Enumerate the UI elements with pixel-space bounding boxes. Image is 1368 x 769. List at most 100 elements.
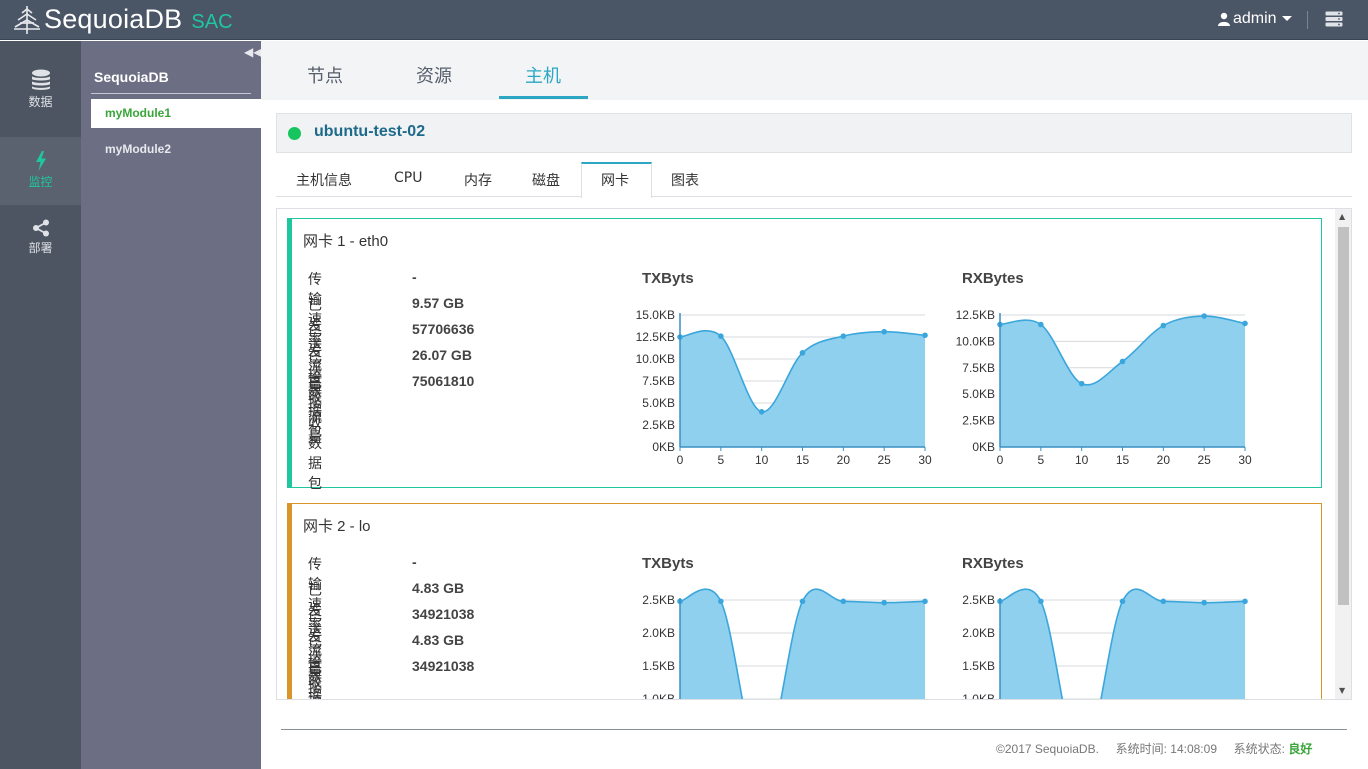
app-logo[interactable]: SequoiaDB SAC bbox=[12, 3, 233, 35]
collapse-sidebar-icon[interactable]: ◀◀ bbox=[244, 45, 262, 59]
data-point bbox=[1160, 322, 1167, 329]
y-tick-label: 7.5KB bbox=[962, 361, 995, 375]
chart-title-tx: TXByts bbox=[642, 555, 694, 572]
server-list-icon[interactable] bbox=[1325, 11, 1343, 27]
info-label: 已接收数据包 bbox=[308, 376, 322, 492]
area-fill bbox=[1000, 589, 1245, 699]
host-subtabs: 主机信息 CPU 内存 磁盘 网卡 图表 bbox=[276, 162, 1352, 198]
x-tick-label: 30 bbox=[918, 453, 932, 467]
nav-monitor[interactable]: 监控 bbox=[0, 137, 81, 205]
data-point bbox=[1078, 380, 1085, 387]
host-header: ubuntu-test-02 bbox=[276, 113, 1352, 153]
brand-name: SequoiaDB bbox=[44, 3, 183, 34]
nic-title: 网卡 2 - lo bbox=[303, 518, 371, 535]
area-fill bbox=[680, 330, 925, 447]
x-tick-label: 5 bbox=[1037, 453, 1044, 467]
subtab-host-info[interactable]: 主机信息 bbox=[296, 170, 352, 190]
main-nav: 数据 监控 部署 bbox=[0, 41, 81, 769]
rx-chart: 0.5KB1.0KB1.5KB2.0KB2.5KB bbox=[962, 588, 1248, 699]
data-point bbox=[1201, 599, 1207, 606]
sequoia-tree-icon bbox=[14, 6, 40, 34]
nic-card: 网卡 2 - lo 传输速率- 已发送流量4.83 GB 已发送数据包34921… bbox=[287, 503, 1322, 700]
system-status-label: 系统状态: bbox=[1233, 742, 1286, 756]
data-point bbox=[718, 598, 724, 605]
card-accent-bar bbox=[288, 219, 292, 487]
host-name: ubuntu-test-02 bbox=[314, 123, 426, 140]
chart-title-tx: TXByts bbox=[642, 270, 694, 287]
y-tick-label: 1.5KB bbox=[962, 659, 995, 673]
header-divider bbox=[1307, 11, 1308, 29]
subtab-nic[interactable]: 网卡 bbox=[601, 170, 629, 190]
chart-title-rx: RXBytes bbox=[962, 555, 1024, 572]
data-point bbox=[758, 409, 765, 415]
module-item[interactable]: myModule2 bbox=[91, 135, 261, 164]
system-time-label: 系统时间: bbox=[1115, 742, 1167, 756]
y-tick-label: 10.0KB bbox=[956, 334, 995, 348]
data-point bbox=[840, 333, 847, 339]
scroll-thumb[interactable] bbox=[1338, 227, 1349, 605]
user-menu[interactable]: admin bbox=[1218, 10, 1296, 28]
y-tick-label: 2.5KB bbox=[642, 593, 675, 607]
info-value: - bbox=[412, 554, 417, 570]
database-icon bbox=[31, 69, 50, 90]
x-tick-label: 10 bbox=[1075, 453, 1089, 467]
x-tick-label: 10 bbox=[755, 453, 769, 467]
data-point bbox=[881, 328, 887, 335]
info-value: 75061810 bbox=[412, 373, 475, 389]
nav-deploy[interactable]: 部署 bbox=[0, 219, 81, 287]
footer: ©2017 SequoiaDB. 系统时间: 14:08:09 系统状态: 良好 bbox=[996, 740, 1312, 757]
share-icon bbox=[32, 219, 49, 237]
subtab-memory[interactable]: 内存 bbox=[464, 170, 492, 190]
module-divider bbox=[91, 93, 251, 94]
subtab-disk[interactable]: 磁盘 bbox=[532, 170, 560, 190]
data-point bbox=[799, 350, 806, 356]
card-accent-bar bbox=[288, 504, 292, 699]
y-tick-label: 2.0KB bbox=[962, 626, 995, 640]
y-tick-label: 12.5KB bbox=[636, 330, 675, 344]
subtab-charts[interactable]: 图表 bbox=[671, 170, 699, 190]
x-tick-label: 30 bbox=[1238, 453, 1252, 467]
x-tick-label: 20 bbox=[1157, 453, 1171, 467]
data-point bbox=[1242, 598, 1248, 605]
y-tick-label: 2.5KB bbox=[962, 414, 995, 428]
data-point bbox=[799, 598, 806, 605]
x-tick-label: 25 bbox=[1197, 453, 1211, 467]
subtab-cpu[interactable]: CPU bbox=[394, 170, 422, 186]
tx-chart: 0.5KB1.0KB1.5KB2.0KB2.5KB bbox=[642, 588, 928, 700]
y-tick-label: 12.5KB bbox=[956, 308, 995, 322]
info-label: 已接收数据包 bbox=[308, 661, 322, 697]
product-name: SAC bbox=[191, 10, 233, 33]
y-tick-label: 2.0KB bbox=[642, 626, 675, 640]
tab-hosts[interactable]: 主机 bbox=[525, 62, 561, 88]
data-point bbox=[1201, 313, 1207, 319]
data-point bbox=[1242, 320, 1248, 327]
info-value: - bbox=[412, 269, 417, 285]
data-point bbox=[1160, 598, 1167, 605]
y-tick-label: 1.0KB bbox=[642, 692, 675, 700]
nav-data[interactable]: 数据 bbox=[0, 69, 81, 137]
x-tick-label: 15 bbox=[796, 453, 810, 467]
x-tick-label: 5 bbox=[717, 453, 724, 467]
tab-nodes[interactable]: 节点 bbox=[307, 62, 343, 88]
data-point bbox=[1038, 598, 1044, 605]
area-fill bbox=[1000, 316, 1245, 447]
nav-monitor-label: 监控 bbox=[28, 175, 53, 189]
tab-resources[interactable]: 资源 bbox=[416, 62, 452, 88]
info-value: 4.83 GB bbox=[412, 580, 465, 596]
module-item[interactable]: myModule1 bbox=[91, 99, 261, 128]
y-tick-label: 5.0KB bbox=[962, 387, 995, 401]
nic-title: 网卡 1 - eth0 bbox=[303, 233, 389, 250]
y-tick-label: 0KB bbox=[972, 440, 995, 454]
scroll-down-icon[interactable]: ▼ bbox=[1339, 686, 1345, 695]
y-tick-label: 10.0KB bbox=[636, 352, 675, 366]
scroll-up-icon[interactable]: ▲ bbox=[1339, 212, 1345, 221]
nic-card: 网卡 1 - eth0 传输速率 - 已发送流量 9.57 GB 已发送数据包 577… bbox=[287, 218, 1322, 492]
module-sidebar: ◀◀ SequoiaDB myModule1 myModule2 bbox=[81, 41, 262, 769]
x-tick-label: 0 bbox=[677, 453, 684, 467]
active-tab-indicator bbox=[499, 96, 588, 99]
host-status-dot bbox=[288, 127, 301, 140]
data-point bbox=[881, 599, 887, 606]
data-point bbox=[1038, 321, 1044, 328]
y-tick-label: 1.5KB bbox=[642, 659, 675, 673]
panel-scrollbar[interactable]: ▲ ▼ bbox=[1335, 209, 1351, 699]
